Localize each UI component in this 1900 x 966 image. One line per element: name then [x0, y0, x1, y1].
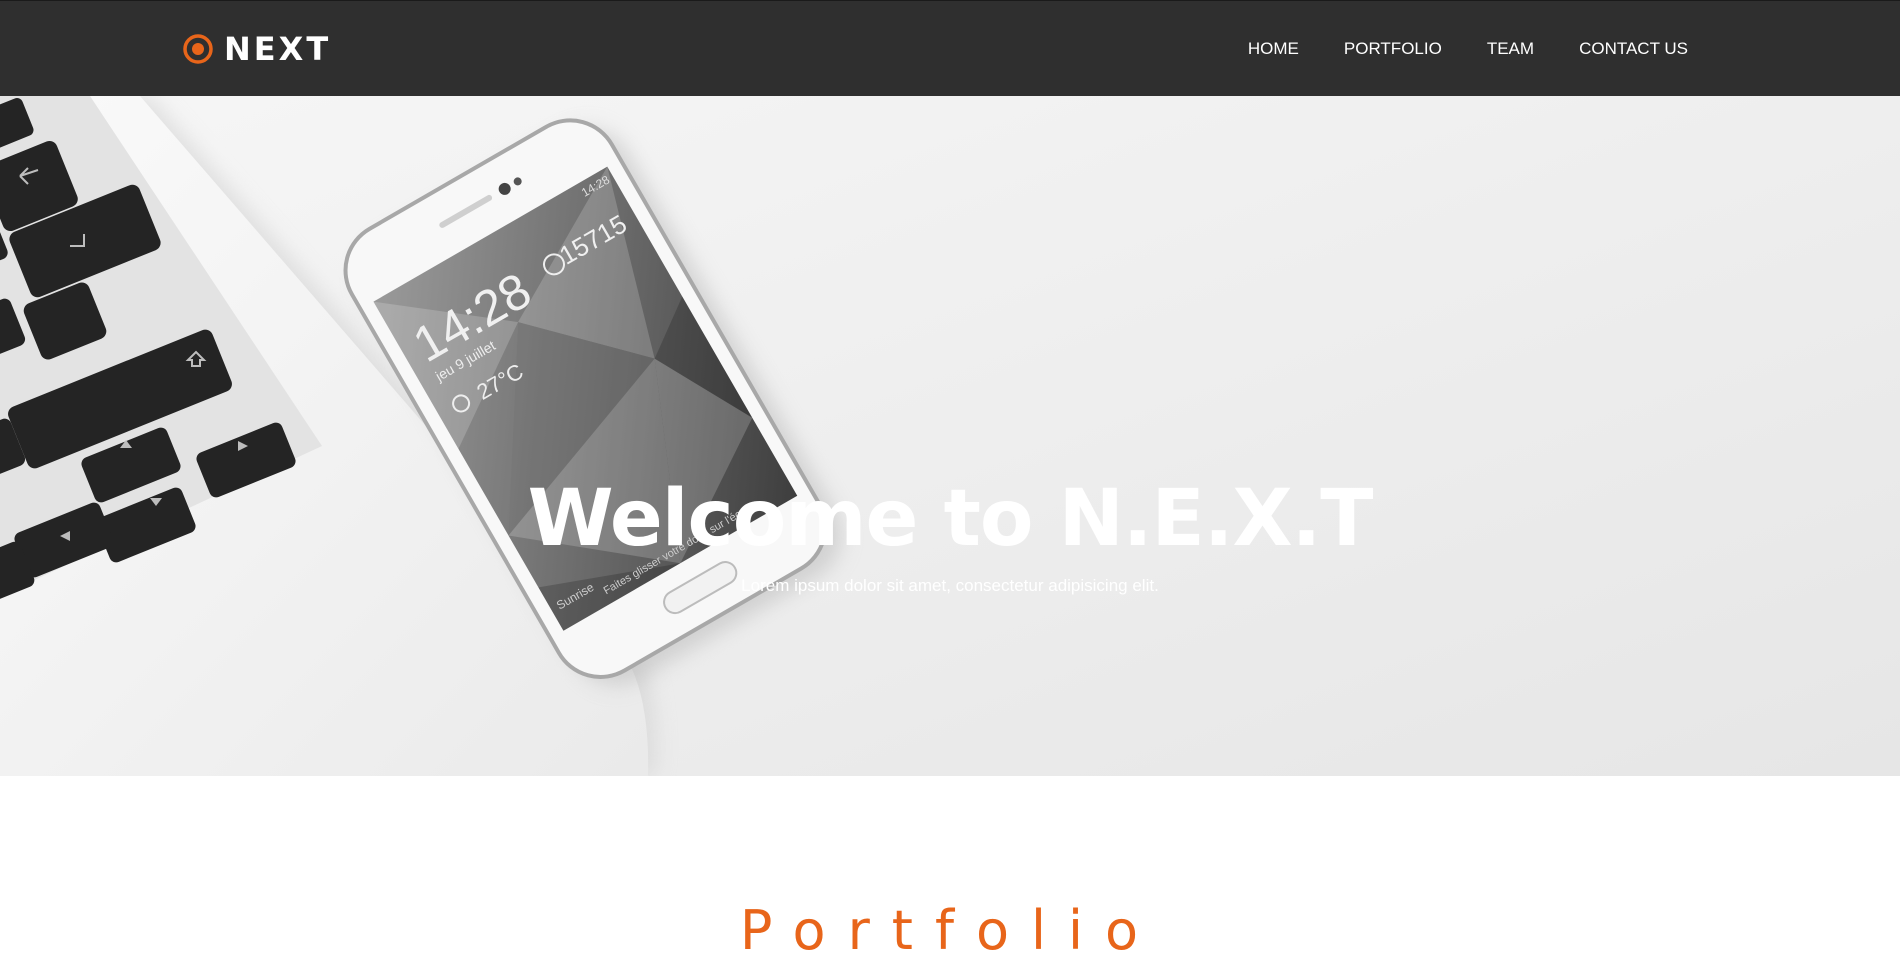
nav-link-home[interactable]: HOME — [1248, 39, 1299, 59]
nav-item-team: TEAM — [1442, 39, 1534, 59]
nav-link-portfolio[interactable]: PORTFOLIO — [1344, 39, 1442, 59]
hero-banner: 14:28 14:28 jeu 9 juillet 27°C 15715 Sun… — [0, 96, 1900, 776]
nav-link-team[interactable]: TEAM — [1487, 39, 1534, 59]
nav-item-portfolio: PORTFOLIO — [1299, 39, 1442, 59]
brand[interactable]: NEXT — [182, 31, 331, 67]
nav-item-contact: CONTACT US — [1534, 39, 1688, 59]
navbar: NEXT HOME PORTFOLIO TEAM CONTACT US — [0, 0, 1900, 96]
main-nav: HOME PORTFOLIO TEAM CONTACT US — [1248, 39, 1688, 59]
brand-name: NEXT — [224, 30, 332, 68]
nav-link-contact-us[interactable]: CONTACT US — [1579, 39, 1688, 59]
target-circle-icon — [183, 34, 213, 64]
hero-background-image: 14:28 14:28 jeu 9 juillet 27°C 15715 Sun… — [0, 96, 1900, 776]
hero-title: Welcome to N.E.X.T — [527, 474, 1374, 564]
hero-subtitle: Lorem ipsum dolor sit amet, consectetur … — [741, 576, 1159, 595]
nav-item-home: HOME — [1248, 39, 1299, 59]
